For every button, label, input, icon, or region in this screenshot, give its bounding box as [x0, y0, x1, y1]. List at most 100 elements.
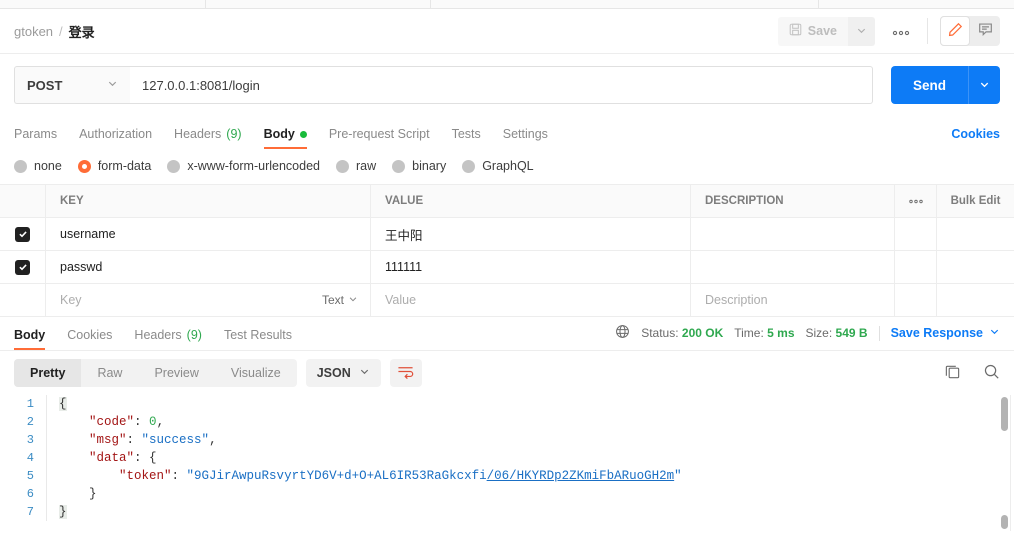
search-icon[interactable]	[983, 363, 1000, 383]
table-row[interactable]: username 王中阳	[0, 218, 1014, 251]
code-line-text: }	[59, 505, 67, 519]
wrap-lines-button[interactable]	[389, 359, 422, 387]
body-type-graphql[interactable]: GraphQL	[462, 159, 534, 173]
response-tab-headers[interactable]: Headers (9)	[134, 328, 202, 350]
json-key: "data"	[89, 451, 135, 465]
row-checkbox-checked[interactable]	[15, 226, 30, 242]
table-more-actions-button[interactable]	[895, 185, 937, 217]
tab-settings[interactable]: Settings	[503, 127, 548, 149]
response-tab-cookies[interactable]: Cookies	[67, 328, 112, 350]
comment-button[interactable]	[970, 16, 1000, 46]
time-label: Time:	[734, 326, 764, 340]
send-button[interactable]: Send	[890, 66, 968, 104]
http-method-select[interactable]: POST	[14, 66, 130, 104]
save-button-label: Save	[807, 24, 837, 38]
cookies-link[interactable]: Cookies	[951, 127, 1000, 141]
row-key-input[interactable]: passwd	[46, 251, 371, 283]
tab-body[interactable]: Body	[263, 127, 308, 149]
send-options-caret[interactable]	[968, 66, 1000, 104]
body-type-x-www-form-urlencoded[interactable]: x-www-form-urlencoded	[167, 159, 320, 173]
save-button-group: Save	[777, 16, 875, 46]
code-line-text: }	[89, 487, 97, 501]
tab-headers[interactable]: Headers (9)	[174, 127, 242, 149]
breadcrumb-collection[interactable]: gtoken	[14, 24, 53, 39]
breadcrumb-separator: /	[59, 23, 63, 39]
tab-label: Authorization	[79, 127, 153, 141]
more-actions-button[interactable]	[887, 17, 915, 45]
globe-icon	[615, 324, 630, 342]
body-type-binary[interactable]: binary	[392, 159, 446, 173]
response-size-readout[interactable]: Size: 549 B	[806, 326, 868, 340]
save-response-button[interactable]: Save Response	[891, 326, 1000, 340]
toolbar-divider	[927, 18, 928, 44]
tab-authorization[interactable]: Authorization	[79, 127, 152, 149]
response-actions	[944, 363, 1000, 383]
code-line: 7 }	[0, 503, 1014, 521]
response-time-readout[interactable]: Time: 5 ms	[734, 326, 794, 340]
chevron-down-icon	[856, 24, 867, 39]
tab-tests[interactable]: Tests	[452, 127, 481, 149]
row-value-input[interactable]: 王中阳	[371, 218, 691, 250]
response-body-code-view[interactable]: 1 { 2 "code": 0, 3 "msg": "success", 4 "…	[0, 395, 1014, 531]
row-description-input[interactable]	[691, 251, 895, 283]
table-new-row[interactable]: Key Text Value Description	[0, 284, 1014, 317]
json-token-link[interactable]: /06/HKYRDp2ZKmiFbARuoGH2m	[487, 469, 675, 483]
tab-params[interactable]: Params	[14, 127, 57, 149]
response-tab-test-results[interactable]: Test Results	[224, 328, 292, 350]
view-preview[interactable]: Preview	[138, 359, 214, 387]
view-visualize[interactable]: Visualize	[215, 359, 297, 387]
response-format-bar: Pretty Raw Preview Visualize JSON	[0, 351, 1014, 395]
radio-label: raw	[356, 159, 377, 173]
send-button-group: Send	[890, 66, 1000, 104]
comment-icon	[978, 22, 993, 40]
view-mode-toggle	[940, 16, 1000, 46]
row-description-input[interactable]	[691, 218, 895, 250]
save-button[interactable]: Save	[777, 16, 848, 46]
new-row-type-select[interactable]: Text	[322, 293, 370, 307]
row-key-input[interactable]: username	[46, 218, 371, 250]
code-line: 4 "data": {	[0, 449, 1014, 467]
breadcrumb-bar: gtoken / 登录 Save	[0, 9, 1014, 54]
line-number: 5	[26, 469, 34, 483]
body-type-form-data[interactable]: form-data	[77, 159, 151, 173]
body-type-none[interactable]: none	[14, 159, 62, 173]
row-checkbox-checked[interactable]	[15, 259, 30, 275]
scrollbar-thumb-lower[interactable]	[1001, 515, 1008, 529]
status-code-readout[interactable]: Status: 200 OK	[641, 326, 723, 340]
bulk-edit-button[interactable]: Bulk Edit	[937, 185, 1014, 217]
code-line-text: "code": 0,	[89, 415, 165, 429]
tab-label: Test Results	[223, 328, 293, 342]
response-tab-body[interactable]: Body	[14, 328, 46, 350]
radio-label: x-www-form-urlencoded	[187, 159, 320, 173]
ellipsis-icon	[908, 195, 924, 207]
code-line: 5 "token": "9GJirAwpuRsvyrtYD6V+d+O+AL6I…	[0, 467, 1014, 485]
vertical-scrollbar[interactable]	[1001, 395, 1008, 531]
new-row-description-input[interactable]: Description	[691, 284, 895, 316]
table-row[interactable]: passwd 111111	[0, 251, 1014, 284]
tab-label: Body	[14, 328, 46, 342]
copy-icon[interactable]	[944, 363, 961, 383]
view-raw[interactable]: Raw	[81, 359, 138, 387]
request-url-input[interactable]: 127.0.0.1:8081/login	[130, 66, 873, 104]
view-pretty[interactable]: Pretty	[14, 359, 82, 387]
line-number: 7	[26, 505, 34, 519]
row-value-input[interactable]: 111111	[371, 251, 691, 283]
line-number: 4	[26, 451, 34, 465]
save-options-caret[interactable]	[848, 16, 875, 46]
json-token-value: "9GJirAwpuRsvyrtYD6V+d+O+AL6IR53RaGkcxfi	[186, 469, 487, 483]
new-row-value-input[interactable]: Value	[371, 284, 691, 316]
new-row-spacer	[937, 284, 1014, 316]
code-line: 3 "msg": "success",	[0, 431, 1014, 449]
language-label: JSON	[316, 366, 351, 380]
response-language-select[interactable]: JSON	[305, 359, 381, 387]
tab-label: Tests	[451, 127, 481, 141]
scrollbar-thumb[interactable]	[1001, 397, 1008, 431]
tab-pre-request-script[interactable]: Pre-request Script	[329, 127, 430, 149]
body-type-raw[interactable]: raw	[336, 159, 376, 173]
edit-mode-button[interactable]	[940, 16, 970, 46]
tab-label: Params	[14, 127, 58, 141]
breadcrumb-request-name[interactable]: 登录	[69, 22, 95, 41]
new-row-key-input[interactable]: Key Text	[46, 284, 371, 316]
tab-count: (9)	[186, 328, 202, 342]
status-label: Status:	[641, 326, 679, 340]
